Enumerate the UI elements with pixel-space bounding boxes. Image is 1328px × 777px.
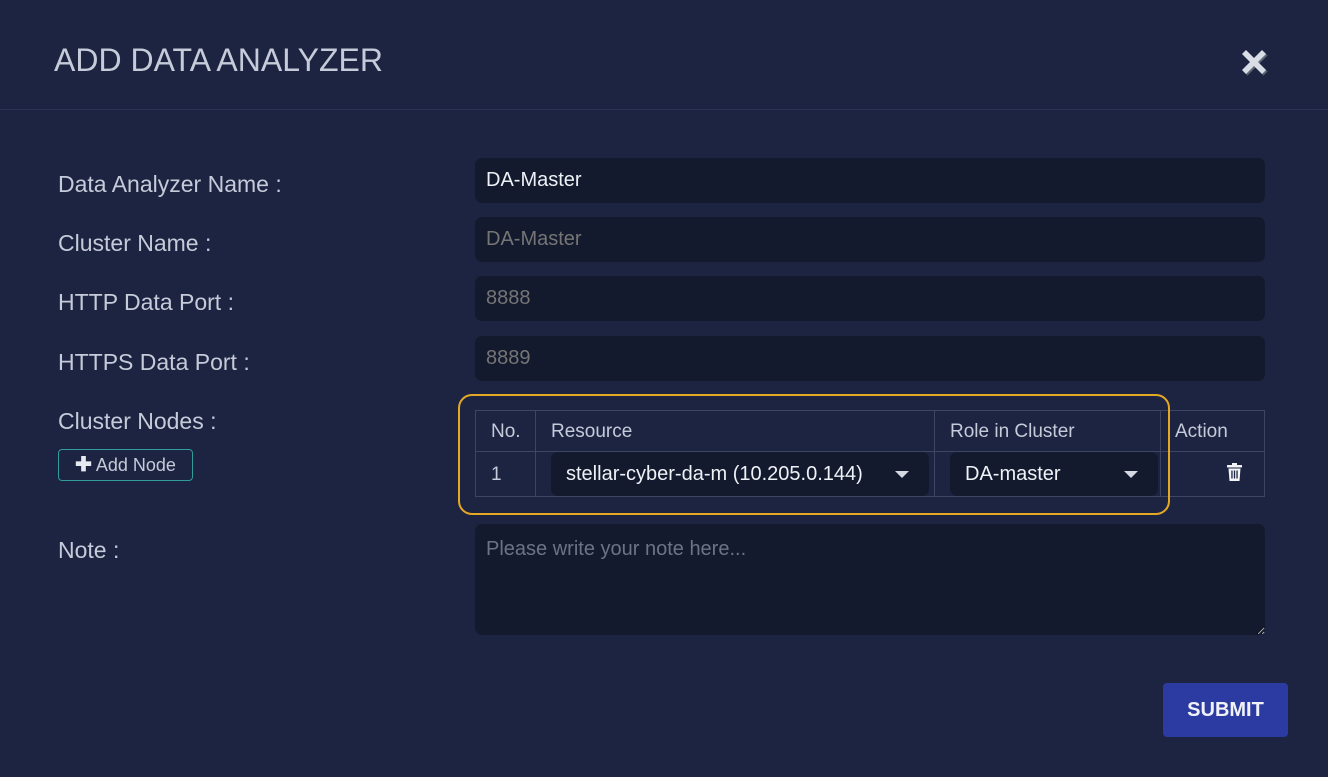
- column-header-action: Action: [1175, 421, 1228, 442]
- add-data-analyzer-dialog: ADD DATA ANALYZER Data Analyzer Name : C…: [0, 0, 1328, 777]
- http-port-input[interactable]: [475, 276, 1265, 321]
- cluster-nodes-table: No. Resource Role in Cluster Action 1 st…: [475, 410, 1265, 497]
- column-header-role: Role in Cluster: [950, 421, 1075, 442]
- cluster-nodes-label: Cluster Nodes :: [58, 408, 217, 434]
- note-textarea[interactable]: [475, 524, 1265, 635]
- add-node-label: Add Node: [95, 454, 176, 475]
- plus-icon: ✚: [75, 454, 92, 476]
- name-input[interactable]: [475, 158, 1265, 203]
- https-port-label: HTTPS Data Port :: [58, 349, 250, 375]
- submit-button[interactable]: SUBMIT: [1163, 683, 1288, 737]
- close-x-icon[interactable]: [1236, 44, 1272, 80]
- dialog-title: ADD DATA ANALYZER: [54, 42, 383, 78]
- role-select[interactable]: DA-master: [950, 452, 1158, 496]
- resource-select[interactable]: stellar-cyber-da-m (10.205.0.144): [551, 452, 929, 496]
- caret-down-icon: [895, 471, 909, 478]
- row-number: 1: [491, 464, 502, 485]
- column-header-resource: Resource: [551, 421, 633, 442]
- name-label: Data Analyzer Name :: [58, 171, 282, 197]
- column-divider: [934, 411, 935, 496]
- column-divider: [535, 411, 536, 496]
- column-divider: [1160, 411, 1161, 496]
- cluster-name-input[interactable]: [475, 217, 1265, 262]
- https-port-input[interactable]: [475, 336, 1265, 381]
- trash-icon[interactable]: [1227, 463, 1242, 481]
- role-value: DA-master: [965, 462, 1061, 485]
- dialog-header: ADD DATA ANALYZER: [0, 0, 1328, 110]
- add-node-button[interactable]: ✚ Add Node: [58, 449, 193, 481]
- resource-value: stellar-cyber-da-m (10.205.0.144): [566, 462, 863, 485]
- cluster-name-label: Cluster Name :: [58, 230, 212, 256]
- http-port-label: HTTP Data Port :: [58, 289, 234, 315]
- note-label: Note :: [58, 537, 120, 563]
- column-header-no: No.: [491, 421, 521, 442]
- caret-down-icon: [1124, 471, 1138, 478]
